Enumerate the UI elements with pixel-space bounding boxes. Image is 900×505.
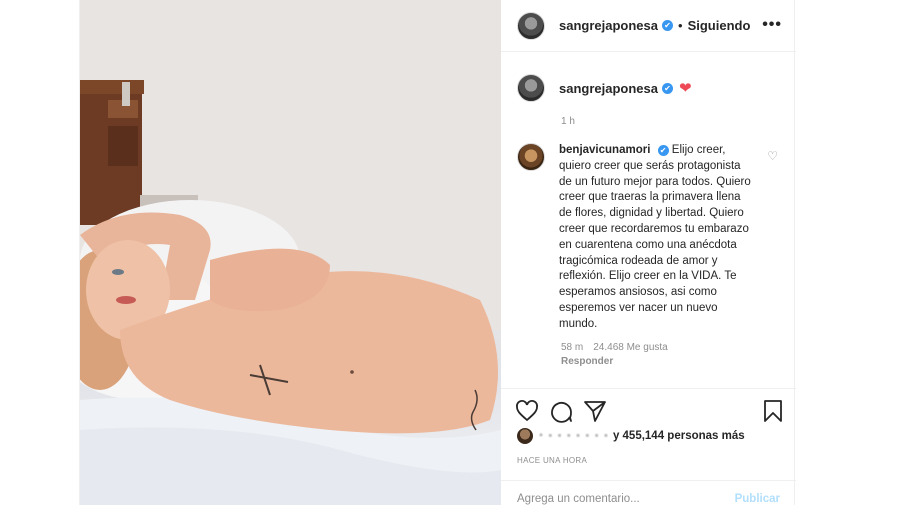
red-heart-emoji: ❤ <box>679 80 692 97</box>
author-avatar[interactable] <box>517 11 545 40</box>
verified-badge-icon: ✔ <box>662 82 673 94</box>
heart-icon[interactable] <box>515 399 539 423</box>
action-bar <box>501 388 796 430</box>
comment-likes[interactable]: 24.468 Me gusta <box>593 342 668 353</box>
comment-text: Elijo creer, quiero creer que serás prot… <box>559 144 751 330</box>
caption: sangrejaponesa ✔ ❤ <box>517 74 780 102</box>
commenter-username[interactable]: benjavicunamori <box>559 144 650 156</box>
post-header: sangrejaponesa ✔ • Siguiendo ••• <box>501 0 796 52</box>
likes-summary: • ▪ ▪ ▪ ▪ ▪ ▪ ▪ y 455,144 personas más <box>517 428 787 444</box>
caption-avatar[interactable] <box>517 74 545 102</box>
comment-body: benjavicunamori ✔ Elijo creer, quiero cr… <box>559 143 755 333</box>
share-icon[interactable] <box>583 399 607 423</box>
comments-section: sangrejaponesa ✔ ❤ 1 h benjavicunamori ✔… <box>501 52 796 387</box>
comment-meta: 58 m 24.468 Me gusta <box>561 342 780 353</box>
following-button[interactable]: Siguiendo <box>688 18 751 33</box>
more-dots-icon[interactable]: ••• <box>762 16 782 34</box>
header-separator: • <box>678 18 683 33</box>
add-comment-bar: Publicar <box>501 480 796 505</box>
instagram-post: sangrejaponesa ✔ • Siguiendo ••• sangrej… <box>79 0 796 505</box>
comment-item: benjavicunamori ✔ Elijo creer, quiero cr… <box>517 143 780 333</box>
bookmark-icon[interactable] <box>761 399 785 423</box>
comment-like-heart-icon[interactable]: ♡ <box>767 149 778 163</box>
post-photo-illustration <box>80 0 501 505</box>
publish-button[interactable]: Publicar <box>735 493 780 505</box>
blurred-liker-names[interactable]: • ▪ ▪ ▪ ▪ ▪ ▪ ▪ <box>539 430 609 442</box>
comment-input[interactable] <box>517 493 735 505</box>
comment-time[interactable]: 58 m <box>561 342 583 353</box>
commenter-avatar[interactable] <box>517 143 545 171</box>
caption-username[interactable]: sangrejaponesa <box>559 81 658 96</box>
post-timestamp[interactable]: HACE UNA HORA <box>517 456 587 465</box>
liker-avatar[interactable] <box>517 428 533 444</box>
author-username[interactable]: sangrejaponesa <box>559 18 658 33</box>
caption-time[interactable]: 1 h <box>561 116 780 127</box>
post-sidebar: sangrejaponesa ✔ • Siguiendo ••• sangrej… <box>501 0 796 505</box>
reply-button[interactable]: Responder <box>561 356 780 367</box>
post-photo[interactable] <box>80 0 501 505</box>
verified-badge-icon: ✔ <box>657 145 669 156</box>
comment-icon[interactable] <box>549 399 573 423</box>
verified-badge-icon: ✔ <box>662 20 673 31</box>
likes-count[interactable]: y 455,144 personas más <box>613 430 745 442</box>
